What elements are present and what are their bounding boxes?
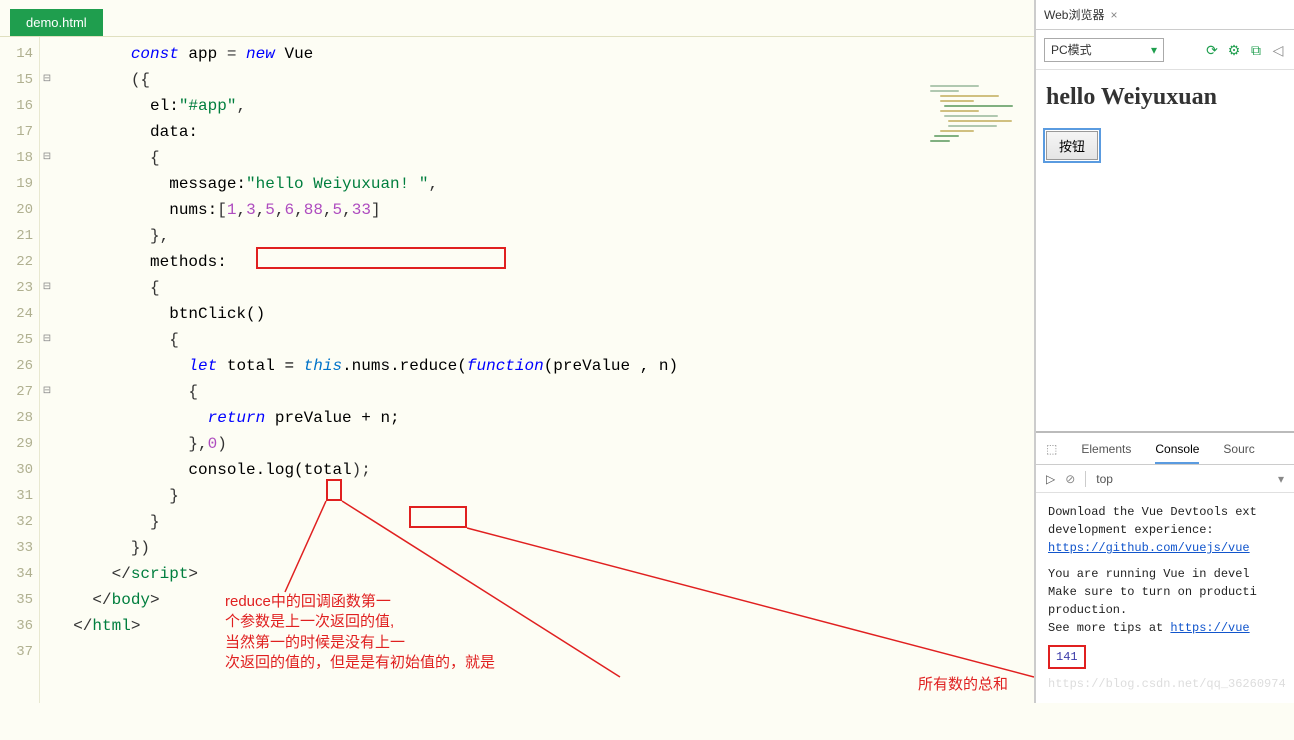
browser-pane: Web浏览器 × PC模式 ▾ ⟳ ⚙ ⧉ ◁ hello Weiyuxuan …: [1034, 0, 1294, 703]
browser-panel-title: Web浏览器: [1044, 6, 1104, 23]
back-icon[interactable]: ◁: [1270, 42, 1286, 58]
chevron-down-icon: ▾: [1151, 43, 1157, 57]
app-root: demo.html 141516171819202122232425262728…: [0, 0, 1294, 703]
browser-toolbar: PC模式 ▾ ⟳ ⚙ ⧉ ◁: [1036, 30, 1294, 70]
editor-pane: demo.html 141516171819202122232425262728…: [0, 0, 1034, 703]
close-icon[interactable]: ×: [1110, 8, 1117, 22]
browser-viewport: hello Weiyuxuan 按钮: [1036, 70, 1294, 431]
gear-icon[interactable]: ⚙: [1226, 42, 1242, 58]
minimap[interactable]: [924, 77, 1034, 207]
context-dropdown[interactable]: top: [1096, 472, 1113, 486]
refresh-icon[interactable]: ⟳: [1204, 42, 1220, 58]
play-icon[interactable]: ▷: [1046, 472, 1055, 486]
page-heading: hello Weiyuxuan: [1046, 84, 1284, 111]
mode-dropdown-value: PC模式: [1051, 41, 1092, 58]
external-icon[interactable]: ⧉: [1248, 42, 1264, 58]
page-button[interactable]: 按钮: [1046, 131, 1098, 160]
devtools-subtoolbar: ▷ ⊘ top ▾: [1036, 465, 1294, 493]
editor-tab-demo[interactable]: demo.html: [10, 9, 103, 36]
stop-icon[interactable]: ⊘: [1065, 472, 1075, 486]
devtools-tab-console[interactable]: Console: [1155, 442, 1199, 464]
devtools-tab-sources[interactable]: Sourc: [1223, 442, 1254, 456]
chevron-down-icon: ▾: [1278, 472, 1284, 486]
line-gutter: 1415161718192021222324252627282930313233…: [0, 37, 40, 703]
code-area[interactable]: 1415161718192021222324252627282930313233…: [0, 36, 1034, 703]
mode-dropdown[interactable]: PC模式 ▾: [1044, 38, 1164, 62]
editor-tabs-bar: demo.html: [0, 0, 1034, 36]
browser-titlebar: Web浏览器 ×: [1036, 0, 1294, 30]
devtools-tab-elements[interactable]: Elements: [1081, 442, 1131, 456]
watermark: https://blog.csdn.net/qq_36260974: [1048, 675, 1282, 693]
devtools-tabs: ⬚ Elements Console Sourc: [1036, 433, 1294, 465]
console-result: 141: [1048, 645, 1086, 669]
inspect-icon[interactable]: ⬚: [1046, 442, 1057, 456]
devtools-panel: ⬚ Elements Console Sourc ▷ ⊘ top ▾ Downl…: [1036, 431, 1294, 703]
code-lines[interactable]: const app = new Vue ({ el:"#app", data: …: [54, 37, 1034, 703]
devtools-console-body[interactable]: Download the Vue Devtools extdevelopment…: [1036, 493, 1294, 703]
fold-column: ⊟⊟⊟⊟⊟: [40, 37, 54, 703]
